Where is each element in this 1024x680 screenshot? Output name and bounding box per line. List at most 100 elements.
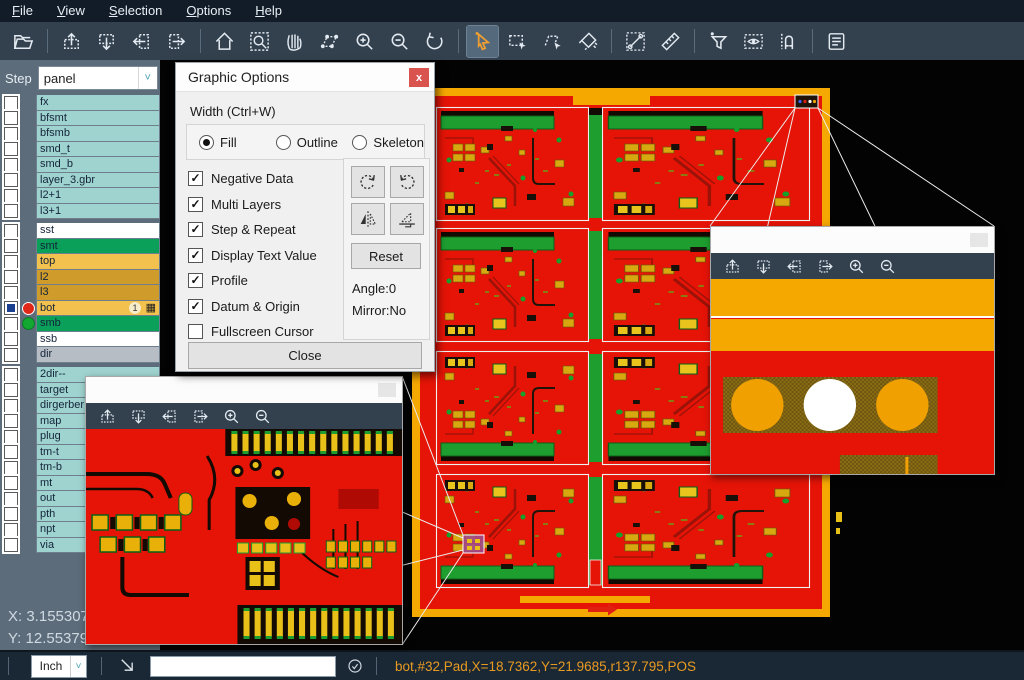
layer-checkbox[interactable] <box>4 507 18 521</box>
measure-tool-button[interactable] <box>620 26 651 57</box>
layer-row-fx[interactable]: fx <box>0 95 160 111</box>
nav-down-tool-button[interactable] <box>750 254 776 278</box>
open-tool-button[interactable] <box>8 26 39 57</box>
layer-checkbox[interactable] <box>4 332 18 346</box>
layer-row-bfsmb[interactable]: bfsmb <box>0 126 160 142</box>
layer-row-l2+1[interactable]: l2+1 <box>0 188 160 204</box>
checkbox-negative-data[interactable]: ✓Negative Data <box>188 166 317 192</box>
checkbox-datum-origin[interactable]: ✓Datum & Origin <box>188 294 317 320</box>
nav-up-tool-button[interactable] <box>94 404 120 428</box>
layer-row-smt[interactable]: smt <box>0 239 160 255</box>
nav-down-tool-button[interactable] <box>91 26 122 57</box>
layer-name[interactable]: dir <box>36 347 160 363</box>
layer-row-smd_b[interactable]: smd_b <box>0 157 160 173</box>
zoom-in-tool-button[interactable] <box>843 254 869 278</box>
layer-row-l3[interactable]: l3 <box>0 285 160 301</box>
zoom-prev-tool-button[interactable] <box>419 26 450 57</box>
layer-checkbox[interactable] <box>4 96 18 110</box>
nav-down-tool-button[interactable] <box>125 404 151 428</box>
layer-checkbox[interactable] <box>4 239 18 253</box>
layer-name[interactable]: smb <box>36 316 160 332</box>
corner-snap-icon[interactable] <box>118 656 138 676</box>
filter-tool-button[interactable] <box>703 26 734 57</box>
layer-checkbox[interactable] <box>4 492 18 506</box>
close-icon[interactable]: x <box>409 68 429 87</box>
layer-row-l3+1[interactable]: l3+1 <box>0 204 160 220</box>
layer-checkbox[interactable] <box>4 173 18 187</box>
layer-name[interactable]: l3+1 <box>36 204 160 220</box>
rect-select-tool-button[interactable] <box>502 26 533 57</box>
radio-fill[interactable]: Fill <box>199 135 264 150</box>
dialog-title-bar[interactable]: Graphic Options x <box>176 63 434 92</box>
layer-checkbox[interactable] <box>4 286 18 300</box>
layer-name[interactable]: sst <box>36 223 160 239</box>
nav-left-tool-button[interactable] <box>126 26 157 57</box>
zoom-window-title-bar[interactable] <box>711 227 994 253</box>
layer-checkbox[interactable] <box>4 127 18 141</box>
home-tool-button[interactable] <box>209 26 240 57</box>
menu-help[interactable]: Help <box>243 0 294 22</box>
zoom-in-tool-button[interactable] <box>349 26 380 57</box>
layer-checkbox[interactable] <box>4 142 18 156</box>
layer-name[interactable]: layer_3.gbr <box>36 173 160 189</box>
grid-icon[interactable]: ▦ <box>146 301 156 316</box>
panel-list-tool-button[interactable] <box>821 26 852 57</box>
nav-left-tool-button[interactable] <box>781 254 807 278</box>
layer-checkbox[interactable] <box>4 430 18 444</box>
layer-row-l2[interactable]: l2 <box>0 270 160 286</box>
step-dropdown[interactable]: panel ˅ <box>38 66 158 90</box>
checkbox-multi-layers[interactable]: ✓Multi Layers <box>188 192 317 218</box>
layer-row-ssb[interactable]: ssb <box>0 332 160 348</box>
layer-checkbox[interactable] <box>4 111 18 125</box>
nav-right-tool-button[interactable] <box>812 254 838 278</box>
layer-checkbox[interactable] <box>4 476 18 490</box>
mirror-h-button[interactable] <box>351 203 385 235</box>
layer-name[interactable]: l3 <box>36 285 160 301</box>
nav-up-tool-button[interactable] <box>719 254 745 278</box>
rot-ccw-button[interactable] <box>390 166 424 198</box>
reset-button[interactable]: Reset <box>351 243 421 269</box>
sync-icon[interactable] <box>346 657 364 675</box>
layer-checkbox[interactable] <box>4 189 18 203</box>
layer-name[interactable]: smt <box>36 239 160 255</box>
layer-row-sst[interactable]: sst <box>0 223 160 239</box>
poly-move-tool-button[interactable] <box>314 26 345 57</box>
layer-name[interactable]: fx <box>36 95 160 111</box>
layer-checkbox[interactable] <box>4 317 18 331</box>
layer-name[interactable]: ssb <box>36 332 160 348</box>
zoom-window-detail[interactable] <box>85 376 403 645</box>
checkbox-fullscreen-cursor[interactable]: Fullscreen Cursor <box>188 319 317 345</box>
layer-name[interactable]: smd_b <box>36 157 160 173</box>
nav-right-tool-button[interactable] <box>161 26 192 57</box>
rot-cw-button[interactable] <box>351 166 385 198</box>
zoom-out-tool-button[interactable] <box>384 26 415 57</box>
layer-name[interactable]: bfsmt <box>36 111 160 127</box>
zoom-out-tool-button[interactable] <box>249 404 275 428</box>
layer-name[interactable]: bot1▦ <box>36 301 160 317</box>
layer-checkbox[interactable] <box>4 538 18 552</box>
layer-name[interactable]: smd_t <box>36 142 160 158</box>
zoom-window-pads[interactable] <box>710 226 995 475</box>
layer-name[interactable]: top <box>36 254 160 270</box>
close-button[interactable]: Close <box>188 342 422 369</box>
view-tool-button[interactable] <box>738 26 769 57</box>
layer-checkbox[interactable] <box>4 270 18 284</box>
layer-checkbox[interactable] <box>4 445 18 459</box>
layer-checkbox[interactable] <box>4 224 18 238</box>
layer-row-top[interactable]: top <box>0 254 160 270</box>
layer-name[interactable]: l2+1 <box>36 188 160 204</box>
snap-tool-button[interactable] <box>773 26 804 57</box>
layer-checkbox[interactable] <box>4 255 18 269</box>
menu-file[interactable]: File <box>0 0 45 22</box>
clean-tool-button[interactable] <box>572 26 603 57</box>
command-input[interactable] <box>150 656 336 677</box>
layer-checkbox[interactable] <box>4 204 18 218</box>
menu-selection[interactable]: Selection <box>97 0 174 22</box>
poly-select-tool-button[interactable] <box>537 26 568 57</box>
layer-checkbox[interactable] <box>4 301 18 315</box>
layer-checkbox[interactable] <box>4 368 18 382</box>
checkbox-display-text-value[interactable]: ✓Display Text Value <box>188 243 317 269</box>
layer-row-layer_3.gbr[interactable]: layer_3.gbr <box>0 173 160 189</box>
layer-checkbox[interactable] <box>4 383 18 397</box>
layer-name[interactable]: bfsmb <box>36 126 160 142</box>
